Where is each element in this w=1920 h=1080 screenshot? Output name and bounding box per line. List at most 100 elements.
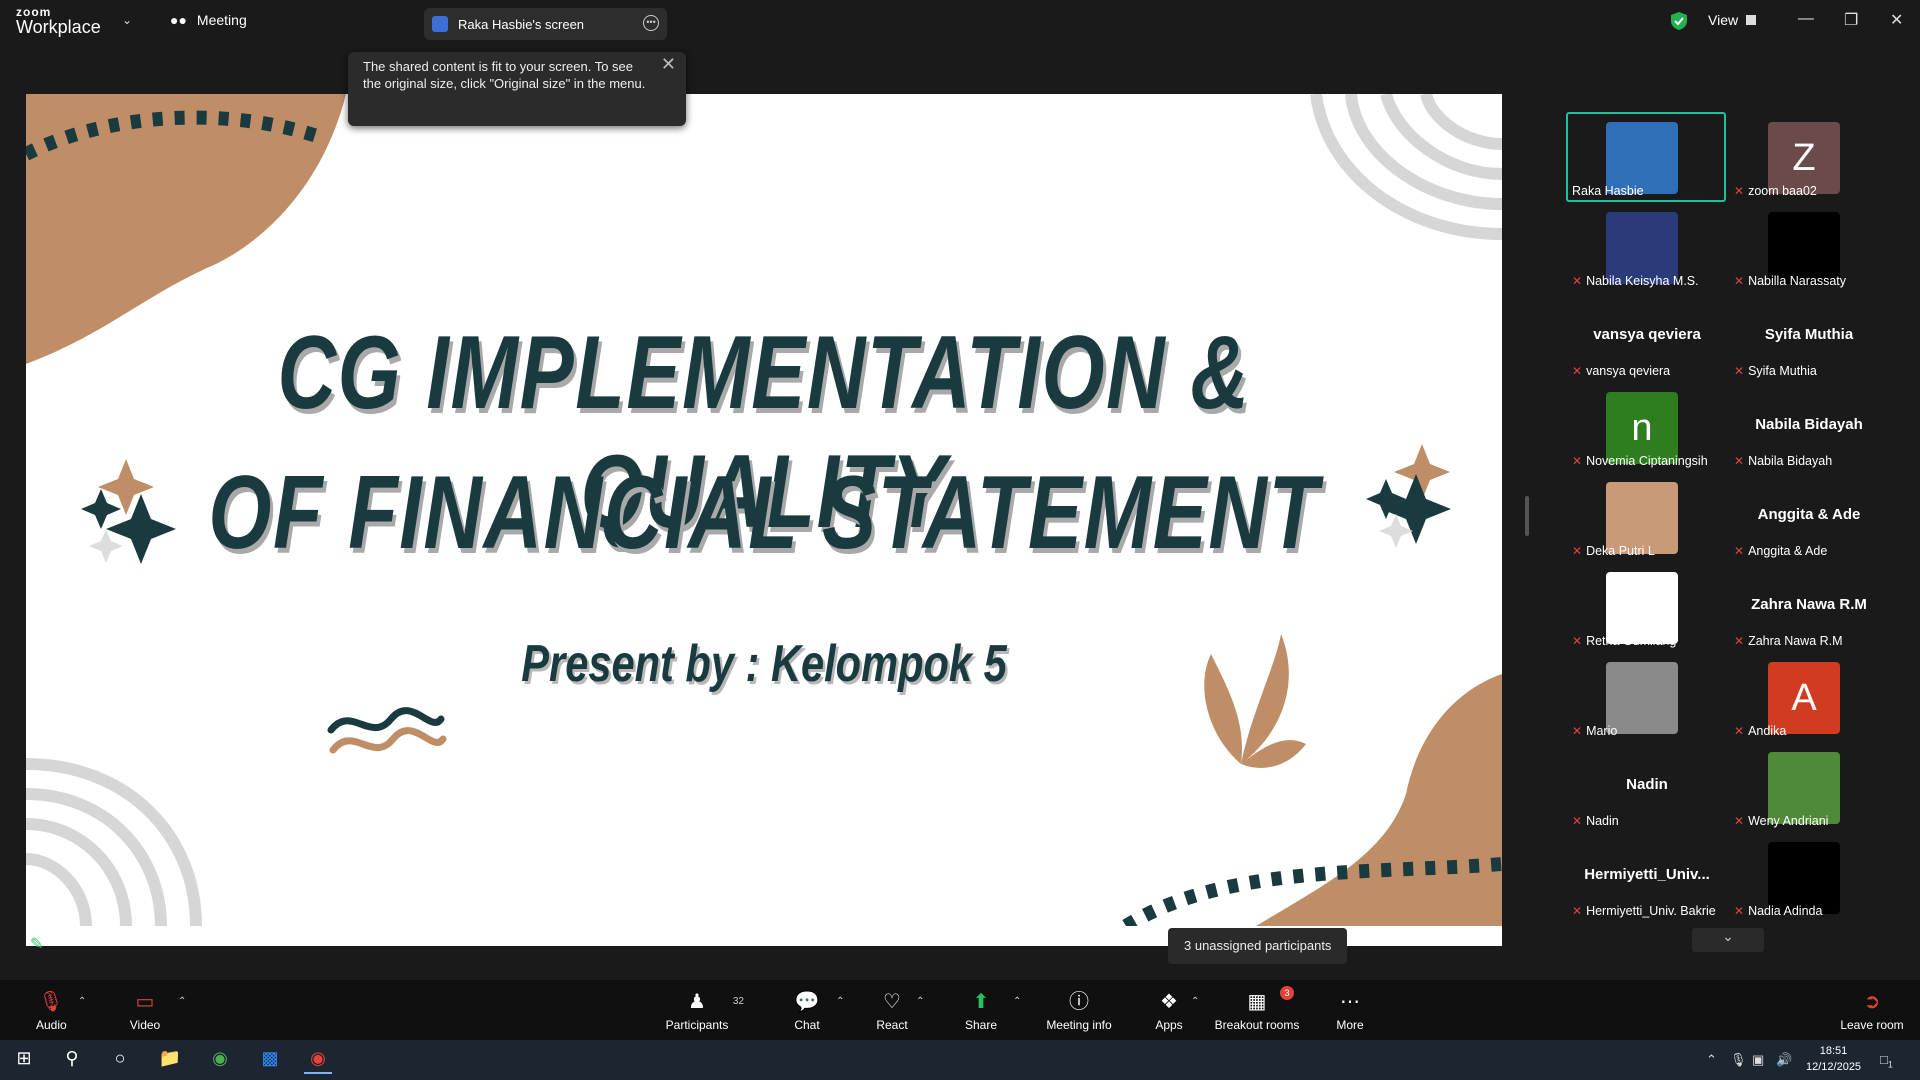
participant-name-tag: ✕ vansya qeviera (1572, 364, 1670, 378)
file-explorer-icon[interactable]: 📁 (156, 1048, 184, 1072)
microphone-icon[interactable]: 🎙 (1730, 1052, 1747, 1068)
participant-name: Nabila Keisyha M.S. (1586, 274, 1699, 288)
more-button[interactable]: ⋯ More (1334, 990, 1366, 1032)
maximize-icon[interactable]: ❐ (1844, 10, 1858, 30)
audio-button[interactable]: 🎙 Audio (36, 990, 67, 1032)
audio-options-caret-icon[interactable]: ⌃ (78, 996, 86, 1007)
logo-bottom: Workplace (16, 17, 101, 37)
participant-tile[interactable]: Nadin ✕ Nadin (1566, 742, 1728, 832)
participant-display-name: Hermiyetti_Univ... (1584, 866, 1710, 883)
participant-tile[interactable]: ✕ Nabilla Narassaty (1728, 202, 1890, 292)
mic-muted-icon: ✕ (1572, 274, 1583, 288)
chevron-down-icon[interactable]: ⌄ (122, 13, 132, 27)
annotate-pencil-icon[interactable]: ✎ (30, 934, 43, 954)
close-icon[interactable]: ✕ (1890, 10, 1903, 30)
participant-tile[interactable]: A ✕ Andika (1728, 652, 1890, 742)
participant-name: Nadin (1586, 814, 1619, 828)
video-label: Video (129, 1018, 161, 1032)
participant-name-tag: ✕ Deka Putri L (1572, 544, 1655, 558)
search-icon[interactable]: ⚲ (58, 1048, 86, 1072)
share-button[interactable]: ⬆ Share (964, 990, 998, 1032)
participant-tile[interactable]: ✕ Mario (1566, 652, 1728, 742)
video-options-caret-icon[interactable]: ⌃ (178, 996, 186, 1007)
view-label: View (1708, 12, 1739, 28)
apps-button[interactable]: ❖ Apps (1152, 990, 1186, 1032)
meeting-info-label: Meeting info (1046, 1018, 1112, 1032)
apps-icon: ❖ (1160, 991, 1178, 1013)
react-button[interactable]: ♡ React (876, 990, 908, 1032)
participant-name: vansya qeviera (1586, 364, 1671, 378)
mic-muted-icon: ✕ (1572, 364, 1583, 378)
participant-tile[interactable]: Hermiyetti_Univ... ✕ Hermiyetti_Univ. Bakr… (1566, 832, 1728, 922)
video-off-icon: ▭ (135, 991, 155, 1013)
participant-name-tag: ✕ Nabila Bidayah (1734, 454, 1832, 468)
chrome-active-icon[interactable]: ◉ (304, 1048, 332, 1074)
participant-tile[interactable]: Zahra Nawa R.M ✕ Zahra Nawa R.M (1728, 562, 1890, 652)
tab-meeting[interactable]: ●● Meeting (170, 12, 247, 28)
video-button[interactable]: ▭ Video (128, 990, 162, 1032)
tray-expand-icon[interactable]: ⌃ (1706, 1052, 1717, 1068)
participant-tile[interactable]: ✕ Deka Putri L (1566, 472, 1728, 562)
participant-name-tag: ✕ Mario (1572, 724, 1617, 738)
apps-options-caret-icon[interactable]: ⌃ (1191, 996, 1199, 1007)
network-icon[interactable]: ▣ (1752, 1052, 1764, 1068)
scroll-down-chevron-icon[interactable]: ⌄ (1692, 928, 1764, 952)
participants-count: 32 (732, 996, 744, 1007)
windows-taskbar: ⊞ ⚲ ○ 📁 ◉ ▩ ◉ ⌃ 🎙 ▣ 🔊 18:51 12/12/2025 □… (0, 1040, 1920, 1080)
react-label: React (876, 1018, 908, 1032)
tooltip-text: The shared content is fit to your screen… (363, 59, 646, 91)
participant-name: Zahra Nawa R.M (1748, 634, 1843, 648)
audio-label: Audio (36, 1018, 67, 1032)
breakout-rooms-icon: ▦ 3 (1214, 986, 1300, 1014)
people-icon: ●● (170, 12, 187, 28)
participants-label: Participants (665, 1018, 729, 1032)
participant-tile[interactable]: vansya qeviera ✕ vansya qeviera (1566, 292, 1728, 382)
participant-tile[interactable]: ✕ Retna Gumilang (1566, 562, 1728, 652)
share-options-caret-icon[interactable]: ⌃ (1013, 996, 1021, 1007)
zoom-logo: zoom Workplace (16, 6, 101, 36)
screen-tab-label: Raka Hasbie's screen (458, 16, 585, 32)
participant-tile[interactable]: ✕ Nabila Keisyha M.S. (1566, 202, 1728, 292)
mic-muted-icon: ✕ (1572, 454, 1583, 468)
participant-name: Nadia Adinda (1748, 904, 1823, 918)
leave-icon: ➲ (1863, 991, 1881, 1013)
close-tooltip-icon[interactable]: ✕ (661, 55, 676, 73)
participant-tile[interactable]: Z ✕ zoom baa02 (1728, 112, 1890, 202)
task-view-icon[interactable]: ○ (106, 1048, 134, 1072)
participant-tile[interactable]: Nabila Bidayah ✕ Nabila Bidayah (1728, 382, 1890, 472)
meeting-info-button[interactable]: ⓘ Meeting info (1042, 990, 1116, 1032)
participant-display-name: Anggita & Ade (1757, 506, 1861, 523)
panel-resize-handle[interactable] (1525, 496, 1529, 536)
fit-to-screen-tooltip: The shared content is fit to your screen… (348, 52, 686, 126)
breakout-rooms-button[interactable]: ▦ 3 Breakout rooms (1214, 986, 1300, 1032)
chat-button[interactable]: 💬 Chat (792, 990, 822, 1032)
participant-tile[interactable]: n ✕ Novemia Ciptaningsih (1566, 382, 1728, 472)
participant-name: Retna Gumilang (1586, 634, 1677, 648)
tab-shared-screen[interactable]: Raka Hasbie's screen ••• (424, 8, 667, 40)
system-clock[interactable]: 18:51 12/12/2025 (1806, 1043, 1861, 1075)
notifications-icon[interactable]: □1 (1880, 1052, 1893, 1070)
participant-tile[interactable]: ✕ Nadia Adinda (1728, 832, 1890, 922)
meeting-tab-label: Meeting (196, 12, 247, 28)
participant-tile[interactable]: Syifa Muthia ✕ Syifa Muthia (1728, 292, 1890, 382)
more-options-icon[interactable]: ••• (643, 15, 659, 31)
leave-room-button[interactable]: ➲ Leave room (1838, 990, 1906, 1032)
volume-icon[interactable]: 🔊 (1776, 1052, 1792, 1068)
tan-blob-bottom-right (1256, 674, 1502, 926)
view-button[interactable]: View (1708, 12, 1757, 28)
windows-start-icon[interactable]: ⊞ (10, 1048, 38, 1072)
mic-muted-icon: ✕ (1734, 634, 1745, 648)
mic-muted-icon: ✕ (1734, 274, 1745, 288)
react-options-caret-icon[interactable]: ⌃ (916, 996, 924, 1007)
participant-name-tag: ✕ Andika (1734, 724, 1786, 738)
minimize-icon[interactable]: — (1798, 10, 1814, 28)
participant-name: Mario (1586, 724, 1618, 738)
participant-tile[interactable]: Anggita & Ade ✕ Anggita & Ade (1728, 472, 1890, 562)
shield-icon[interactable] (1670, 11, 1688, 31)
chrome-icon[interactable]: ◉ (206, 1048, 234, 1072)
zoom-app-icon[interactable]: ▩ (256, 1048, 284, 1072)
participants-button[interactable]: ♟ 32 Participants (664, 990, 744, 1032)
chat-options-caret-icon[interactable]: ⌃ (836, 996, 844, 1007)
participant-tile[interactable]: ✕ Weny Andriani (1728, 742, 1890, 832)
mic-muted-icon: ✕ (1734, 814, 1745, 828)
